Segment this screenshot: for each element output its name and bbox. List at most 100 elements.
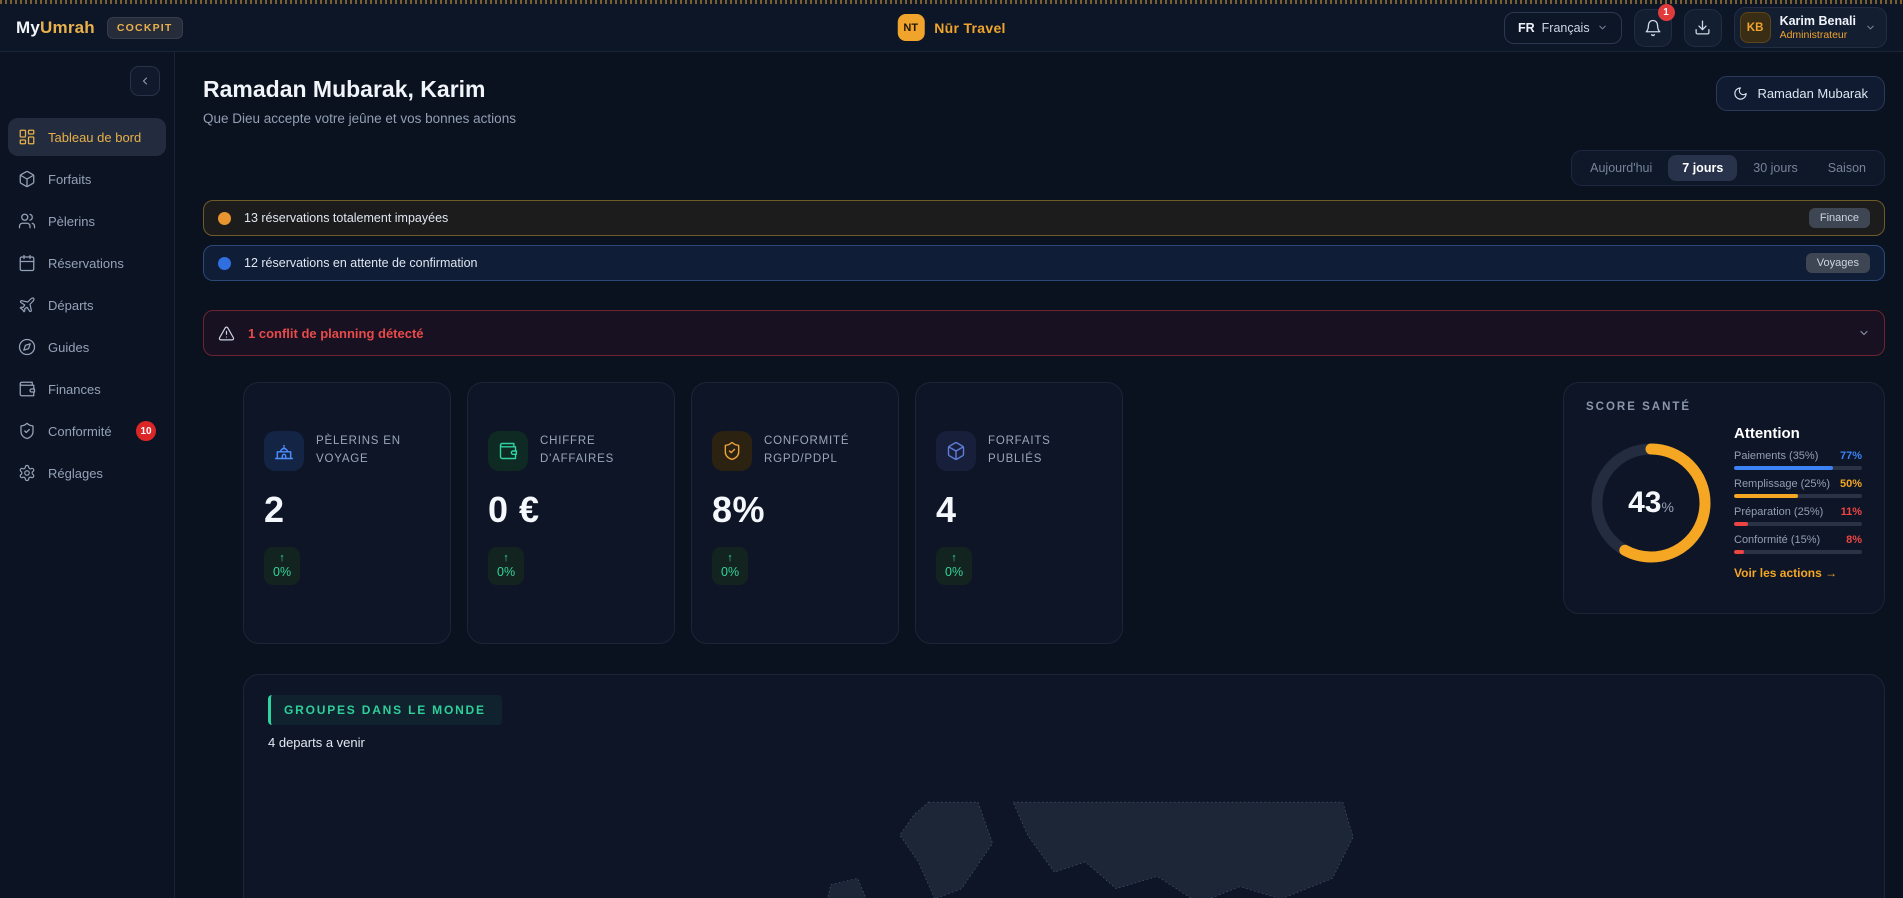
chevron-down-icon [1865,22,1876,33]
sidebar-item-guides[interactable]: Guides [8,328,166,366]
sidebar-item-reglages[interactable]: Réglages [8,454,166,492]
compass-icon [18,338,36,356]
sidebar-item-label: Guides [48,340,89,355]
kpi-label: PÈLERINS EN VOYAGE [316,433,430,469]
wallet-icon [498,441,518,461]
ramadan-mubarak-button[interactable]: Ramadan Mubarak [1716,76,1885,111]
dashboard-icon [18,128,36,146]
arrow-up-icon: ↑ [951,552,957,565]
kpi-value: 2 [264,489,430,531]
kpi-card-conformite: CONFORMITÉ RGPD/PDPL 8% ↑0% [691,382,899,644]
metric-value: 8% [1846,534,1862,546]
user-menu[interactable]: KB Karim Benali Administrateur [1734,7,1887,48]
metric-label: Conformité (15%) [1734,534,1820,546]
metric-bar [1734,494,1862,498]
metric-value: 11% [1841,506,1862,518]
kpi-delta-badge: ↑0% [488,547,524,585]
period-filter: Aujourd'hui 7 jours 30 jours Saison [1571,150,1885,186]
arrow-up-icon: ↑ [279,552,285,565]
sidebar-item-finances[interactable]: Finances [8,370,166,408]
alert-unpaid-reservations[interactable]: 13 réservations totalement impayées Fina… [203,200,1885,236]
alert-tag-voyages: Voyages [1806,253,1870,273]
health-score-unit: % [1661,499,1673,515]
sidebar-item-conformite[interactable]: Conformité 10 [8,412,166,450]
brand: MyUmrah COCKPIT [16,17,183,39]
sidebar-item-departs[interactable]: Départs [8,286,166,324]
alert-text: 13 réservations totalement impayées [244,211,448,225]
filter-30-jours[interactable]: 30 jours [1739,155,1811,181]
ramadan-button-label: Ramadan Mubarak [1757,86,1868,101]
sidebar-item-label: Pèlerins [48,214,95,229]
page-subtitle: Que Dieu accepte votre jeûne et vos bonn… [203,111,516,126]
kpi-delta-value: 0% [721,565,739,580]
alert-pending-reservations[interactable]: 12 réservations en attente de confirmati… [203,245,1885,281]
filter-aujourdhui[interactable]: Aujourd'hui [1576,155,1666,181]
kpi-value: 0 € [488,489,654,531]
calendar-icon [18,254,36,272]
topbar: MyUmrah COCKPIT NT Nūr Travel FR Françai… [0,4,1903,52]
export-button[interactable] [1684,9,1722,47]
package-icon [946,441,966,461]
language-code: FR [1518,21,1535,35]
notifications-button[interactable]: 1 [1634,9,1672,47]
health-metric-paiements: Paiements (35%)77% [1734,450,1862,470]
metric-label: Préparation (25%) [1734,506,1823,518]
sidebar-item-label: Réglages [48,466,103,481]
org-avatar: NT [897,14,924,41]
sidebar-item-label: Forfaits [48,172,91,187]
warning-dot-icon [218,212,231,225]
chevron-down-icon[interactable] [1858,327,1870,339]
warning-triangle-icon [218,325,235,342]
user-role: Administrateur [1780,29,1856,42]
arrow-up-icon: ↑ [503,552,509,565]
health-metric-conformite: Conformité (15%) 8% [1734,534,1862,554]
users-icon [18,212,36,230]
moon-icon [1733,86,1748,101]
arrow-up-icon: ↑ [727,552,733,565]
sidebar-item-forfaits[interactable]: Forfaits [8,160,166,198]
alert-tag-finance: Finance [1809,208,1870,228]
plane-icon [18,296,36,314]
kpi-delta-badge: ↑0% [712,547,748,585]
info-dot-icon [218,257,231,270]
see-actions-link[interactable]: Voir les actions → [1734,566,1862,580]
language-selector[interactable]: FR Français [1504,12,1622,44]
metric-bar [1734,550,1862,554]
sidebar-item-label: Réservations [48,256,124,271]
kpi-delta-value: 0% [273,565,291,580]
world-groups-title: GROUPES DANS LE MONDE [268,695,502,725]
user-avatar: KB [1740,12,1771,43]
metric-bar [1734,522,1862,526]
sidebar-item-pelerins[interactable]: Pèlerins [8,202,166,240]
kpi-delta-value: 0% [497,565,515,580]
page-title: Ramadan Mubarak, Karim [203,76,516,103]
sidebar-item-reservations[interactable]: Réservations [8,244,166,282]
metric-value: 77% [1840,450,1862,462]
kpi-label: CONFORMITÉ RGPD/PDPL [764,433,878,469]
conformite-count-badge: 10 [136,421,156,441]
sidebar-collapse-button[interactable] [130,66,160,96]
sidebar-item-label: Conformité [48,424,112,439]
kpi-label: CHIFFRE D'AFFAIRES [540,433,654,469]
language-label: Français [1542,21,1590,35]
bell-icon [1644,19,1662,37]
org-switcher[interactable]: NT Nūr Travel [897,14,1005,41]
filter-saison[interactable]: Saison [1814,155,1880,181]
health-score-value: 43 [1628,486,1661,520]
shield-check-icon [722,441,742,461]
world-map [603,763,1563,898]
metric-label: Remplissage (25%) [1734,478,1830,490]
mosque-icon [274,441,294,461]
shield-check-icon [18,422,36,440]
kpi-card-pelerins: PÈLERINS EN VOYAGE 2 ↑0% [243,382,451,644]
kpi-value: 8% [712,489,878,531]
sidebar: Tableau de bord Forfaits Pèlerins Réserv… [0,52,175,898]
alert-planning-conflict[interactable]: 1 conflit de planning détecté [203,310,1885,356]
sidebar-item-label: Tableau de bord [48,130,141,145]
sidebar-item-tableau-de-bord[interactable]: Tableau de bord [8,118,166,156]
health-score-card: SCORE SANTÉ 43 % Attention [1563,382,1885,614]
world-groups-card: GROUPES DANS LE MONDE 4 departs a venir [243,674,1885,898]
filter-7-jours[interactable]: 7 jours [1668,155,1737,181]
health-metric-remplissage: Remplissage (25%)50% [1734,478,1862,498]
kpi-delta-value: 0% [945,565,963,580]
